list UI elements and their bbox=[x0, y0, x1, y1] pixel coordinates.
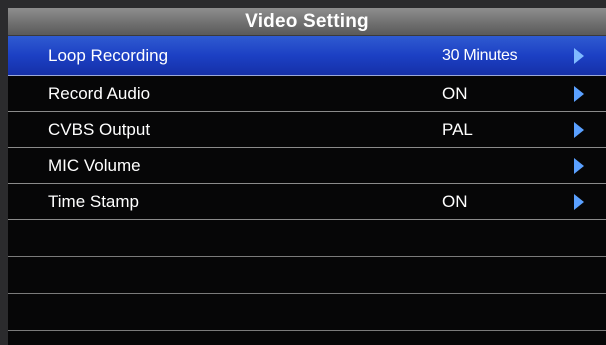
menu-item-mic-volume[interactable]: MIC Volume bbox=[8, 148, 606, 184]
menu-item-label: Time Stamp bbox=[48, 192, 140, 211]
menu-item-cvbs-output[interactable]: CVBS Output PAL bbox=[8, 112, 606, 148]
right-arrow-icon bbox=[574, 121, 584, 138]
right-arrow-icon bbox=[574, 193, 584, 210]
menu-item-value: 30 Minutes bbox=[442, 47, 518, 64]
empty-row bbox=[8, 294, 606, 331]
settings-panel: Video Setting Loop Recording 30 Minutes … bbox=[8, 8, 606, 345]
right-arrow-icon bbox=[574, 157, 584, 174]
right-arrow-icon bbox=[574, 85, 584, 102]
menu-item-label: CVBS Output bbox=[48, 120, 151, 139]
menu-item-label: Loop Recording bbox=[48, 46, 169, 65]
menu-item-loop-recording[interactable]: Loop Recording 30 Minutes bbox=[8, 36, 606, 76]
menu-item-label: Record Audio bbox=[48, 84, 151, 103]
menu-item-value: ON bbox=[442, 84, 468, 103]
menu-item-value: PAL bbox=[442, 120, 473, 139]
device-screen: Video Setting Loop Recording 30 Minutes … bbox=[0, 0, 606, 345]
menu-item-value: ON bbox=[442, 192, 468, 211]
empty-row bbox=[8, 220, 606, 257]
right-arrow-icon bbox=[574, 47, 584, 64]
page-title: Video Setting bbox=[8, 8, 606, 36]
settings-menu: Loop Recording 30 Minutes Record Audio O… bbox=[8, 36, 606, 331]
empty-row bbox=[8, 257, 606, 294]
menu-item-time-stamp[interactable]: Time Stamp ON bbox=[8, 184, 606, 220]
menu-item-record-audio[interactable]: Record Audio ON bbox=[8, 76, 606, 112]
menu-item-label: MIC Volume bbox=[48, 156, 141, 175]
